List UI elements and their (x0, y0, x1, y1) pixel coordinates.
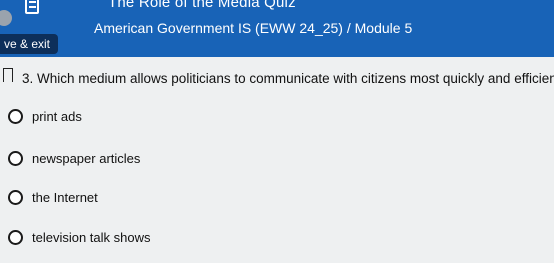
quiz-header: The Role of the Media Quiz American Gove… (0, 0, 554, 57)
save-and-exit-button[interactable]: ve & exit (0, 34, 59, 54)
quiz-title: The Role of the Media Quiz (108, 0, 296, 11)
quiz-icon (25, 0, 39, 14)
option-label: the Internet (32, 189, 98, 205)
radio-button[interactable] (8, 189, 23, 205)
radio-button[interactable] (8, 229, 23, 245)
answer-option-print-ads[interactable]: print ads (8, 106, 82, 126)
answer-option-newspaper-articles[interactable]: newspaper articles (8, 148, 140, 168)
radio-button[interactable] (8, 150, 23, 166)
radio-button[interactable] (8, 108, 23, 124)
answer-option-television-talk-shows[interactable]: television talk shows (8, 227, 151, 247)
option-label: television talk shows (32, 229, 151, 245)
answer-option-the-internet[interactable]: the Internet (8, 187, 98, 207)
avatar[interactable] (0, 10, 12, 26)
question-text: 3. Which medium allows politicians to co… (22, 71, 554, 86)
option-label: print ads (32, 108, 82, 124)
bookmark-icon[interactable] (3, 68, 13, 86)
course-title: American Government IS (EWW 24_25) / Mod… (94, 20, 413, 36)
option-label: newspaper articles (32, 150, 141, 166)
quiz-page: The Role of the Media Quiz American Gove… (0, 0, 554, 263)
